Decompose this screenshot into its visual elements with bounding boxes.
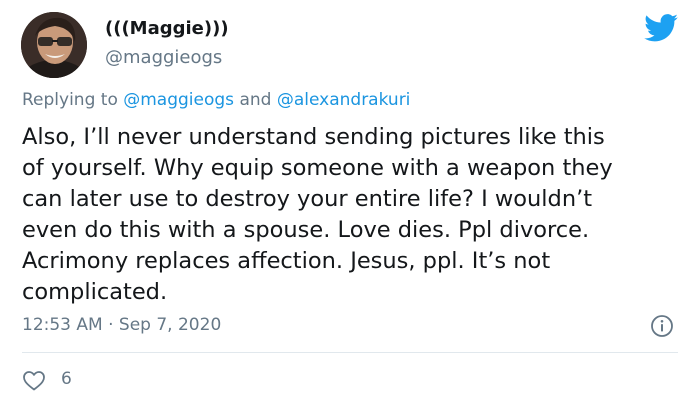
tweet-timestamp[interactable]: 12:53 AM · Sep 7, 2020 (22, 315, 221, 335)
display-name[interactable]: (((Maggie))) (105, 18, 229, 39)
like-count[interactable]: 6 (61, 369, 72, 389)
tweet-time: 12:53 AM (22, 315, 103, 335)
avatar[interactable] (21, 12, 87, 78)
tweet-text: Also, I’ll never understand sending pict… (22, 124, 613, 305)
replying-to: Replying to @maggieogs and @alexandrakur… (22, 90, 410, 110)
twitter-bird-icon[interactable] (644, 14, 678, 42)
replying-to-label: Replying to (22, 90, 118, 110)
avatar-image (21, 12, 87, 78)
timestamp-separator: · (108, 315, 114, 335)
handle[interactable]: @maggieogs (105, 47, 222, 68)
mention-link-maggieogs[interactable]: @maggieogs (123, 90, 234, 110)
divider (22, 352, 678, 353)
tweet-date: Sep 7, 2020 (118, 315, 222, 335)
info-icon[interactable] (650, 314, 674, 338)
heart-icon[interactable] (22, 369, 46, 391)
tweet-card: (((Maggie))) @maggieogs Replying to @mag… (0, 0, 700, 406)
mention-link-alexandrakuri[interactable]: @alexandrakuri (277, 90, 411, 110)
replying-to-connector: and (239, 90, 272, 110)
